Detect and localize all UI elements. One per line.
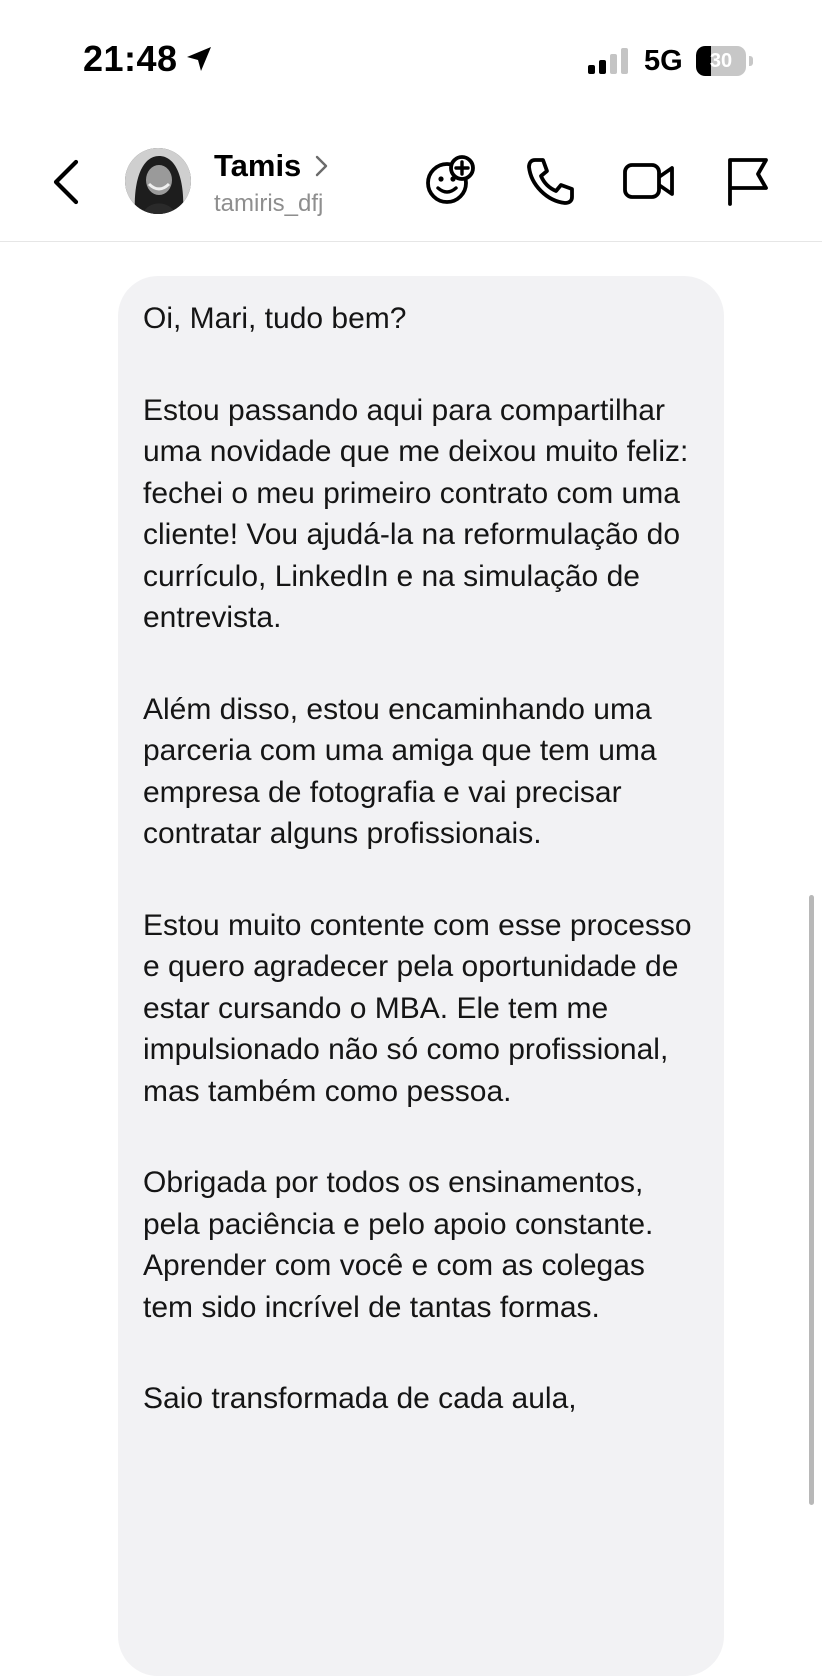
signal-bar [588,65,595,74]
smiley-plus-icon[interactable] [422,152,480,210]
signal-bar [599,60,606,74]
contact-name-link[interactable]: Tamis [214,148,329,188]
battery-tip [749,56,753,66]
message-bubble[interactable]: Oi, Mari, tudo bem? Estou passando aqui … [118,276,724,1676]
message-paragraph: Além disso, estou encaminhando uma parce… [143,692,657,851]
battery-icon: 30 [696,46,746,76]
message-paragraph: Oi, Mari, tudo bem? [143,302,407,335]
avatar-photo [125,148,191,214]
signal-bar [610,54,617,74]
network-type: 5G [644,45,683,77]
signal-bar [621,48,628,74]
phone-icon[interactable] [521,152,579,210]
message-paragraph: Estou muito contente com esse processo e… [143,908,692,1108]
status-bar: 21:48 5G 30 [0,0,822,120]
scrollbar[interactable] [809,895,814,1505]
message-paragraph: Obrigada por todos os ensinamentos, pela… [143,1166,654,1324]
status-time: 21:48 [83,38,178,79]
message-paragraph: Estou passando aqui para compartilhar um… [143,393,689,635]
battery-indicator: 30 [696,46,754,76]
contact-name: Tamis [214,148,302,183]
contact-username: tamiris_dfj [214,190,324,217]
chevron-right-icon [316,155,328,177]
flag-icon[interactable] [720,152,778,210]
chat-header: Tamis tamiris_dfj [0,120,822,242]
signal-strength-icon [588,48,628,74]
location-arrow-icon [187,47,211,71]
avatar[interactable] [125,148,191,214]
video-camera-icon[interactable] [620,152,678,210]
message-paragraph: Saio transformada de cada aula, [143,1382,577,1415]
back-chevron-icon[interactable] [46,154,90,210]
battery-level: 30 [709,50,733,72]
